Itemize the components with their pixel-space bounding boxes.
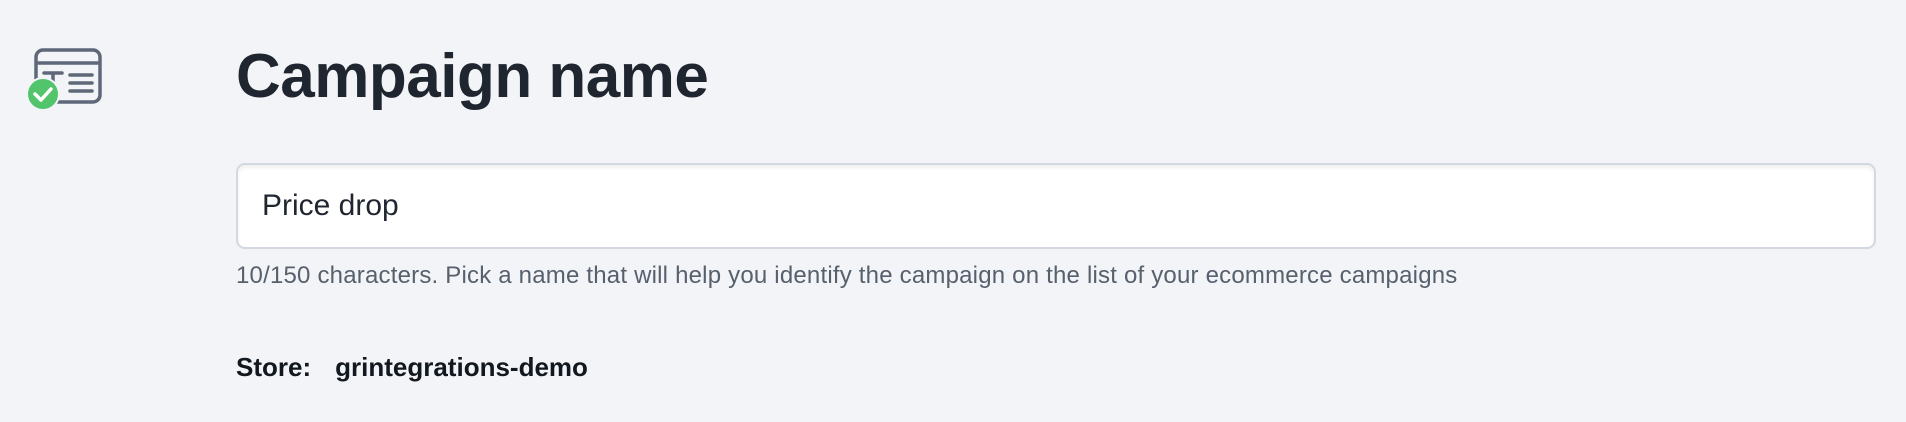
character-count-helper: 10/150 characters. Pick a name that will… [236,262,1458,289]
store-label: Store: [236,352,312,382]
step-status-icon [26,47,106,117]
store-name: grintegrations-demo [335,352,588,382]
campaign-name-input[interactable] [236,163,1876,249]
page-title: Campaign name [236,42,709,111]
check-circle-icon [26,77,60,111]
text-field-icon [26,48,102,111]
store-info: Store: grintegrations-demo [236,352,588,383]
